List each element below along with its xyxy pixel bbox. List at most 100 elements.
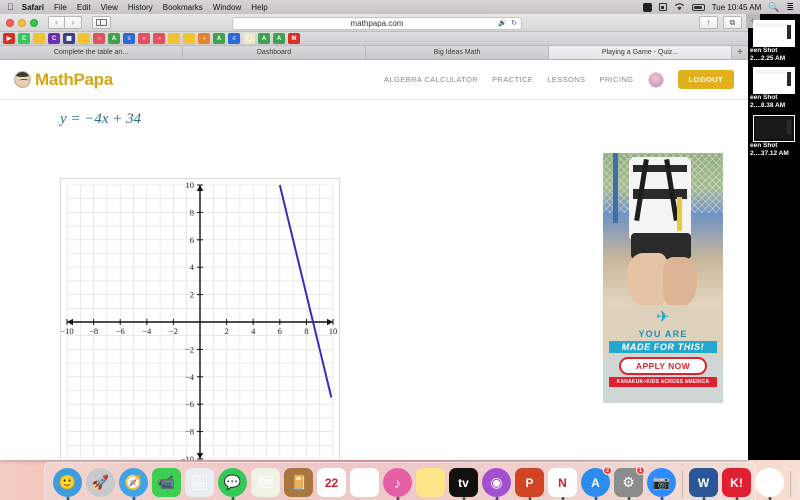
bookmark-favicon-13[interactable]: ◑ — [198, 33, 210, 44]
nav-lessons[interactable]: LESSONS — [547, 75, 585, 84]
y-axis-arrow-down — [196, 453, 204, 459]
bookmark-favicon-19[interactable]: M — [288, 33, 300, 44]
dock-icon-reminders[interactable]: ☰ — [350, 468, 379, 497]
dock-icon-word[interactable]: W — [689, 468, 718, 500]
dock-icon-launchpad[interactable]: 🚀 — [86, 468, 115, 497]
window-traffic-lights — [6, 18, 38, 27]
dock-icon-messages[interactable]: 💬 — [218, 468, 247, 500]
bookmark-favicon-4[interactable]: ▦ — [63, 33, 75, 44]
macos-dock: 🙂🚀🧭📹🖼💬🗺📔22☰♪tv◉PNA2⚙1📷WK!✿🗑 — [44, 462, 800, 500]
bookmark-favicon-7[interactable]: A — [108, 33, 120, 44]
nav-pricing[interactable]: PRICING — [599, 75, 633, 84]
x-axis-tick-label: −6 — [116, 326, 125, 336]
site-header: MathPapa ALGEBRA CALCULATOR PRACTICE LES… — [0, 60, 748, 100]
screenshot-item[interactable]: een Shot 2....37.12 AM — [748, 114, 800, 158]
menu-bar-clock[interactable]: Tue 10:45 AM — [712, 3, 762, 12]
mute-tab-icon[interactable]: 🔊 — [498, 19, 507, 27]
dock-icon-safari[interactable]: 🧭 — [119, 468, 148, 500]
bookmark-favicon-14[interactable]: A — [213, 33, 225, 44]
dock-icon-photos-preview[interactable]: 🖼 — [185, 468, 214, 497]
forward-button[interactable]: › — [65, 16, 82, 29]
dock-icon-finder[interactable]: 🙂 — [53, 468, 82, 500]
dock-icon-maps[interactable]: 🗺 — [251, 468, 280, 497]
reload-icon[interactable]: ↻ — [511, 19, 517, 27]
dock-icon-app-store[interactable]: A2 — [581, 466, 612, 500]
dock-icon-apple-tv[interactable]: tv — [449, 468, 478, 500]
screenshot-thumbnail[interactable] — [753, 114, 795, 142]
browser-tab-1[interactable]: Dashboard — [183, 46, 366, 59]
bookmarks-bar: ▶ C C ▦ ○ A ≡ ○ ○ ◑ A ≡ ◯ A A M — [0, 32, 748, 46]
bookmark-favicon-10[interactable]: ○ — [153, 33, 165, 44]
sidebar-toggle-button[interactable] — [92, 16, 111, 29]
menu-item-history[interactable]: History — [128, 3, 153, 12]
back-button[interactable]: ‹ — [48, 16, 65, 29]
graph-canvas[interactable]: −10 −8 −6 −4 −2 2 4 6 8 10 10 8 6 4 2 −2 −4 −6 −8 −10 — [60, 178, 340, 460]
bookmark-favicon-15[interactable]: ≡ — [228, 33, 240, 44]
dock-icon-podcasts[interactable]: ◉ — [482, 468, 511, 500]
mathpapa-logo[interactable]: MathPapa — [14, 70, 113, 90]
menu-item-window[interactable]: Window — [213, 3, 241, 12]
menu-item-view[interactable]: View — [101, 3, 118, 12]
dock-icon-itunes[interactable]: ♪ — [383, 468, 412, 500]
screen-record-icon[interactable] — [642, 2, 652, 12]
browser-tab-2[interactable]: Big Ideas Math — [366, 46, 549, 59]
menu-item-file[interactable]: File — [54, 3, 67, 12]
wifi-icon[interactable] — [674, 3, 685, 11]
bookmark-favicon-17[interactable]: A — [258, 33, 270, 44]
menu-item-edit[interactable]: Edit — [77, 3, 91, 12]
bookmark-favicon-18[interactable]: A — [273, 33, 285, 44]
bookmark-favicon-0[interactable]: ▶ — [3, 33, 15, 44]
screenshot-thumbnail[interactable] — [753, 67, 795, 95]
screenshot-item[interactable]: een Shot 2....2.25 AM — [748, 20, 800, 63]
apple-logo-icon[interactable]:  — [7, 2, 14, 12]
address-bar[interactable]: mathpapa.com 🔊 ↻ — [232, 16, 522, 30]
dock-icon-zoom[interactable]: 📷 — [647, 468, 676, 500]
dock-icon-kahoot[interactable]: K! — [722, 468, 751, 500]
dock-icon-powerpoint[interactable]: P — [515, 468, 544, 500]
dock-icon-calendar[interactable]: 22 — [317, 468, 346, 497]
airplay-icon[interactable] — [658, 3, 667, 11]
nav-algebra-calculator[interactable]: ALGEBRA CALCULATOR — [384, 75, 478, 84]
airplane-icon: ✈ — [656, 309, 670, 326]
bookmark-favicon-16[interactable]: ◯ — [243, 33, 255, 44]
screenshot-item[interactable]: een Shot 2....8.38 AM — [748, 67, 800, 110]
screenshot-thumbnail[interactable] — [753, 20, 795, 47]
screenshot-timestamp: 2....8.38 AM — [750, 102, 786, 110]
nav-practice[interactable]: PRACTICE — [492, 75, 533, 84]
bookmark-favicon-2[interactable] — [33, 33, 45, 44]
new-tab-button[interactable]: + — [732, 46, 748, 59]
bookmark-favicon-5[interactable] — [78, 33, 90, 44]
browser-tab-0[interactable]: Complete the table an... — [0, 46, 183, 59]
menu-item-help[interactable]: Help — [251, 3, 267, 12]
menu-item-safari[interactable]: Safari — [22, 3, 44, 12]
maximize-window-button[interactable] — [30, 18, 38, 27]
bookmark-favicon-3[interactable]: C — [48, 33, 60, 44]
minimize-window-button[interactable] — [18, 18, 26, 27]
logout-button[interactable]: LOGOUT — [677, 70, 734, 89]
ad-photo — [603, 153, 723, 305]
bookmark-favicon-1[interactable]: C — [18, 33, 30, 44]
bookmark-favicon-12[interactable] — [183, 33, 195, 44]
screenshot-sidebar: +een Shot2....2.25 AMeen Shot2....8.38 A… — [746, 14, 800, 460]
dock-icon-news[interactable]: N — [548, 468, 577, 500]
bookmark-favicon-8[interactable]: ≡ — [123, 33, 135, 44]
share-button[interactable]: ↑ — [699, 16, 718, 29]
dock-icon-photos[interactable]: ✿ — [755, 468, 784, 500]
bookmark-favicon-6[interactable]: ○ — [93, 33, 105, 44]
spotlight-search-icon[interactable]: 🔍 — [768, 2, 779, 13]
browser-tab-3[interactable]: Playing a Game - Quiz... — [549, 46, 732, 59]
bookmark-favicon-9[interactable]: ○ — [138, 33, 150, 44]
dock-icon-system-preferences[interactable]: ⚙ 1 — [614, 466, 645, 500]
tab-overview-button[interactable]: ⧉ — [723, 16, 742, 29]
user-avatar[interactable] — [647, 71, 664, 88]
dock-icon-facetime[interactable]: 📹 — [152, 468, 181, 497]
ad-apply-now-button[interactable]: APPLY NOW — [619, 357, 707, 375]
dock-icon-contacts[interactable]: 📔 — [284, 468, 313, 497]
menu-item-bookmarks[interactable]: Bookmarks — [163, 3, 203, 12]
bookmark-favicon-11[interactable] — [168, 33, 180, 44]
control-center-icon[interactable]: ≣ — [786, 2, 794, 13]
close-window-button[interactable] — [6, 18, 14, 27]
battery-icon[interactable] — [691, 3, 705, 11]
dock-icon-notes[interactable] — [416, 468, 445, 497]
advertisement[interactable]: ✈ YOU ARE MADE FOR THIS! APPLY NOW KANAK… — [603, 153, 723, 403]
